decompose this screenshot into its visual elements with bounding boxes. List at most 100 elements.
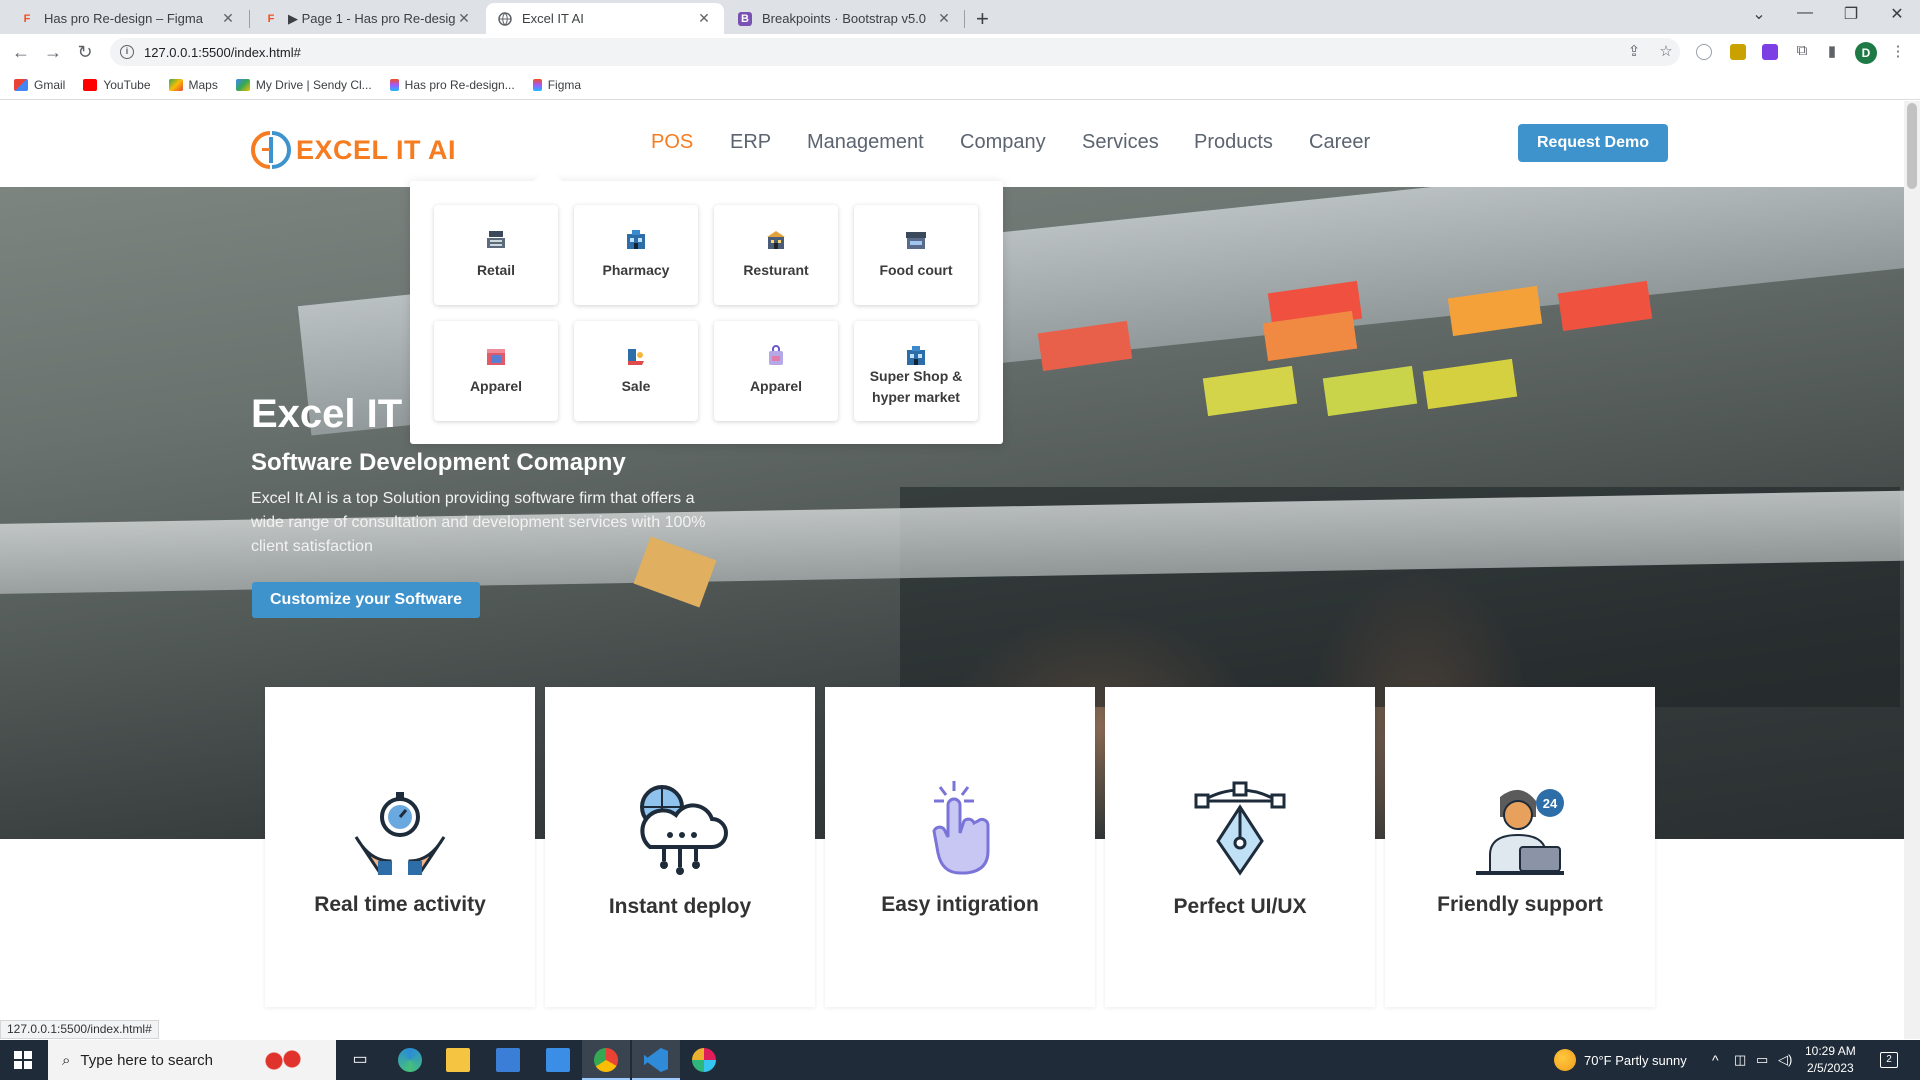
close-tab-icon[interactable]: ✕ (456, 10, 472, 27)
nav-products[interactable]: Products (1194, 131, 1273, 154)
site-header: EXCEL IT AI POS ERP Management Company S… (0, 101, 1904, 187)
reload-icon[interactable]: ↻ (74, 42, 96, 63)
page-scrollbar[interactable] (1904, 101, 1920, 1039)
stopwatch-hands-icon (354, 792, 446, 875)
browser-tab[interactable]: B Breakpoints · Bootstrap v5.0 ✕ (726, 3, 964, 34)
link-status-url: 127.0.0.1:5500/index.html# (0, 1020, 159, 1039)
sticky-note (1322, 365, 1418, 417)
pos-item-apparel-bag[interactable]: Apparel (714, 321, 838, 421)
nav-erp[interactable]: ERP (730, 131, 771, 154)
youtube-icon (83, 78, 98, 91)
site-info-icon[interactable]: i (120, 45, 134, 59)
request-demo-button[interactable]: Request Demo (1518, 124, 1668, 162)
extension-icon[interactable] (1762, 44, 1778, 60)
pos-item-retail[interactable]: Retail (434, 205, 558, 305)
nav-management[interactable]: Management (807, 131, 924, 154)
lantern-decoration-icon (262, 1049, 312, 1071)
share-icon[interactable]: ⇪ (1624, 42, 1644, 60)
site-logo[interactable]: EXCEL IT AI (250, 129, 456, 171)
profile-avatar[interactable]: D (1855, 42, 1877, 64)
taskbar-search-box[interactable]: ⌕ Type here to search (48, 1040, 336, 1080)
food-stall-icon (906, 232, 926, 249)
pos-item-restaurant[interactable]: Resturant (714, 205, 838, 305)
clock-time: 10:29 AM (1805, 1044, 1856, 1058)
feature-label: Perfect UI/UX (1173, 895, 1307, 918)
minimize-icon[interactable]: — (1782, 4, 1828, 22)
sticky-note (1202, 365, 1298, 417)
new-tab-button[interactable]: + (976, 6, 989, 32)
restore-icon[interactable]: ❐ (1828, 4, 1874, 24)
extension-compass-icon[interactable] (1696, 44, 1712, 60)
nav-services[interactable]: Services (1082, 131, 1159, 154)
bookmark-maps[interactable]: Maps (168, 77, 218, 92)
close-tab-icon[interactable]: ✕ (220, 10, 236, 27)
pos-item-apparel[interactable]: Apparel (434, 321, 558, 421)
figma-icon (532, 78, 542, 91)
hero-description: Excel It AI is a top Solution providing … (251, 490, 706, 555)
side-panel-icon[interactable]: ▮ (1822, 42, 1842, 60)
feature-label: Easy intigration (881, 893, 1039, 916)
bookmark-label: Has pro Re-design... (404, 77, 515, 92)
forward-icon[interactable]: → (42, 42, 64, 63)
pos-item-super-shop[interactable]: Super Shop & hyper market (854, 321, 978, 421)
extension-icon[interactable] (1730, 44, 1746, 60)
weather-text: 70°F Partly sunny (1584, 1052, 1687, 1068)
file-explorer-icon[interactable] (446, 1048, 470, 1072)
bookmark-figma-redesign[interactable]: Has pro Re-design... (389, 77, 515, 92)
mail-icon[interactable] (546, 1048, 570, 1072)
browser-tab-active[interactable]: Excel IT AI ✕ (486, 3, 724, 34)
drive-icon (235, 78, 250, 91)
tray-meet-icon[interactable]: ◫ (1734, 1040, 1746, 1080)
pos-item-label: Apparel (749, 378, 803, 394)
restaurant-icon (767, 231, 785, 249)
nav-pos[interactable]: POS (651, 131, 693, 154)
notification-center-icon[interactable]: 2 (1880, 1040, 1898, 1080)
volume-icon[interactable]: ◁) (1778, 1040, 1792, 1080)
bookmark-label: Figma (547, 77, 582, 92)
bookmark-star-icon[interactable]: ☆ (1656, 42, 1676, 60)
tab-divider (249, 10, 250, 28)
scrollbar-thumb[interactable] (1907, 103, 1917, 189)
close-window-icon[interactable]: ✕ (1874, 4, 1920, 24)
bookmark-drive[interactable]: My Drive | Sendy Cl... (235, 78, 372, 92)
customize-software-button[interactable]: Customize your Software (252, 582, 480, 618)
close-tab-icon[interactable]: ✕ (696, 10, 712, 27)
close-tab-icon[interactable]: ✕ (936, 10, 952, 27)
edge-icon[interactable] (398, 1048, 422, 1072)
store-icon[interactable] (496, 1048, 520, 1072)
figma-icon: F (23, 12, 31, 25)
pos-item-pharmacy[interactable]: Pharmacy (574, 205, 698, 305)
url-text: 127.0.0.1:5500/index.html# (144, 44, 301, 60)
pos-item-food-court[interactable]: Food court (854, 205, 978, 305)
slack-icon[interactable] (692, 1048, 716, 1072)
notification-count: 2 (1880, 1052, 1898, 1068)
back-icon[interactable]: ← (10, 42, 32, 63)
browser-tab[interactable]: F ▶ Page 1 - Has pro Re-design ✕ (252, 3, 484, 34)
bookmark-label: Maps (188, 77, 218, 92)
pos-item-label: Sale (621, 378, 651, 394)
taskbar-clock[interactable]: 10:29 AM 2/5/2023 (1805, 1043, 1856, 1077)
extensions-puzzle-icon[interactable]: ⧉ (1792, 42, 1812, 59)
pos-item-sale[interactable]: Sale (574, 321, 698, 421)
tray-chevron-icon[interactable]: ^ (1712, 1040, 1719, 1080)
nav-career[interactable]: Career (1309, 131, 1370, 154)
tab-search-icon[interactable]: ⌄ (1736, 4, 1782, 24)
menu-kebab-icon[interactable]: ⋮ (1888, 42, 1908, 60)
bookmark-youtube[interactable]: YouTube (83, 77, 151, 92)
browser-tab[interactable]: F Has pro Re-design – Figma ✕ (8, 3, 248, 34)
chrome-icon[interactable] (594, 1048, 618, 1072)
address-bar[interactable]: i 127.0.0.1:5500/index.html# (110, 38, 1680, 66)
windows-start-icon[interactable] (14, 1051, 32, 1069)
pos-item-label: Pharmacy (602, 262, 670, 278)
nav-company[interactable]: Company (960, 131, 1046, 154)
tab-title: Has pro Re-design – Figma (44, 11, 203, 26)
bookmark-figma[interactable]: Figma (532, 77, 582, 92)
bookmarks-bar: Gmail YouTube Maps My Drive | Sendy Cl..… (0, 70, 1920, 100)
weather-widget[interactable]: 70°F Partly sunny (1554, 1040, 1687, 1080)
svg-text:24: 24 (1543, 796, 1558, 811)
network-icon[interactable]: ▭ (1756, 1040, 1768, 1080)
bookmark-gmail[interactable]: Gmail (14, 78, 65, 92)
task-view-icon[interactable]: ▭ (348, 1048, 372, 1072)
tab-title: ▶ Page 1 - Has pro Re-design (288, 10, 456, 26)
bookmark-label: YouTube (103, 77, 151, 92)
